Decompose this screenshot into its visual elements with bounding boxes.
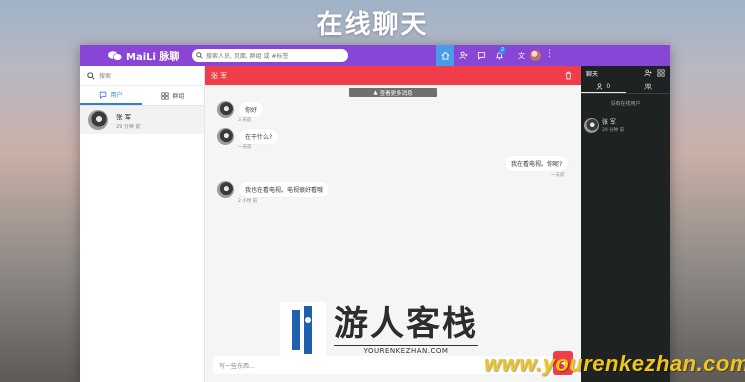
more-menu-icon[interactable]: ⋮ (545, 49, 554, 59)
add-user-icon[interactable] (644, 69, 652, 77)
message-incoming: 你好 (217, 101, 264, 118)
sender-avatar (217, 181, 234, 198)
watermark-title: 游人客栈 (334, 304, 478, 344)
tab-users-label: 用户 (110, 92, 123, 99)
contact-name: 张 军 (602, 119, 616, 126)
trash-icon[interactable] (564, 71, 573, 80)
message-time: 一天前 (238, 145, 252, 150)
message-incoming: 我也在看电视。电视很好看哦 (217, 181, 330, 198)
message-time: 3 天前 (238, 118, 252, 123)
watermark-subtitle: YOURENKEZHAN.COM (334, 345, 478, 355)
home-button[interactable] (436, 45, 454, 66)
online-panel-header: 聊天 (581, 66, 670, 80)
message-icon (477, 51, 485, 60)
contact-last-seen: 29 分钟 前 (116, 123, 141, 130)
language-switch[interactable]: 文 (518, 51, 525, 61)
chat-bubble-icon (100, 91, 107, 99)
tab-online-users[interactable]: 0 (581, 80, 626, 93)
message-bubble: 你好 (239, 102, 264, 117)
contact-last-seen: 29 分钟 前 (602, 128, 625, 133)
brand-logo[interactable]: MaiLi 脉聊 (108, 48, 192, 63)
load-more-messages-button[interactable]: ▲ 查看更多消息 (349, 88, 437, 97)
contact-search-placeholder: 搜索 (99, 73, 112, 80)
messages-button[interactable] (472, 45, 490, 66)
contact-avatar (88, 110, 108, 130)
online-users-panel: 聊天 0 没有在线用户 张 军 29 分钟 前 (581, 66, 670, 382)
grid-icon[interactable] (657, 69, 665, 77)
conversations-sidebar: 搜索 用户 群组 张 军 29 分钟 前 (80, 66, 205, 382)
watermark-url: www.yourenkezhan.com (484, 351, 745, 376)
chat-header: 张 军 (205, 66, 581, 85)
message-bubble: 在干什么? (239, 129, 279, 144)
watermark-logo-icon (280, 302, 326, 358)
user-icon (597, 82, 603, 90)
chat-title: 张 军 (211, 71, 228, 80)
tab-groups[interactable]: 群组 (142, 86, 204, 105)
message-bubble: 我也在看电视。电视很好看哦 (239, 182, 330, 197)
tab-online-groups[interactable] (626, 80, 671, 93)
notifications-button[interactable]: 2 (490, 45, 508, 66)
message-incoming: 在干什么? (217, 128, 279, 145)
message-outgoing: 我在看电视。你呢? (500, 155, 569, 171)
tab-users[interactable]: 用户 (80, 86, 142, 105)
no-online-users-note: 没有在线用户 (610, 101, 641, 107)
online-panel-tabs: 0 (581, 80, 670, 94)
top-navbar: MaiLi 脉聊 搜索人员, 页面, 群组 或 #标签 2 文 ⋮ (80, 45, 670, 66)
search-icon (196, 52, 203, 59)
recent-contact-item[interactable]: 张 军 29 分钟 前 (581, 117, 670, 133)
contact-avatar (584, 117, 599, 133)
users-icon (644, 83, 652, 90)
global-search-input[interactable]: 搜索人员, 页面, 群组 或 #标签 (192, 49, 348, 62)
user-avatar[interactable] (530, 50, 541, 61)
search-icon (87, 71, 95, 80)
site-watermark: 游人客栈 YOURENKEZHAN.COM (278, 300, 478, 360)
wechat-icon (108, 50, 122, 61)
message-input-placeholder: 写一些东西... (219, 362, 255, 370)
load-more-label: 查看更多消息 (379, 90, 413, 97)
contact-search-input[interactable]: 搜索 (80, 66, 204, 86)
sidebar-tabs: 用户 群组 (80, 86, 204, 106)
chevron-up-icon: ▲ (373, 89, 378, 96)
message-time: 一天前 (551, 173, 565, 178)
navbar-icons: 2 (436, 45, 508, 66)
add-friend-button[interactable] (454, 45, 472, 66)
online-panel-title: 聊天 (586, 70, 599, 78)
add-user-icon (458, 51, 468, 60)
tab-groups-label: 群组 (172, 93, 185, 100)
conversation-item[interactable]: 张 军 29 分钟 前 (80, 106, 204, 134)
notification-badge: 2 (499, 47, 506, 54)
page-banner-title: 在线聊天 (316, 10, 429, 40)
online-users-count: 0 (606, 82, 611, 90)
grid-icon (161, 91, 170, 100)
sender-avatar (217, 128, 234, 145)
home-icon (441, 51, 449, 60)
brand-name: MaiLi 脉聊 (126, 52, 180, 63)
message-bubble: 我在看电视。你呢? (505, 156, 569, 171)
message-time: 2 小时 前 (238, 199, 258, 204)
contact-name: 张 军 (116, 112, 132, 121)
global-search-placeholder: 搜索人员, 页面, 群组 或 #标签 (206, 53, 289, 60)
sender-avatar (217, 101, 234, 118)
